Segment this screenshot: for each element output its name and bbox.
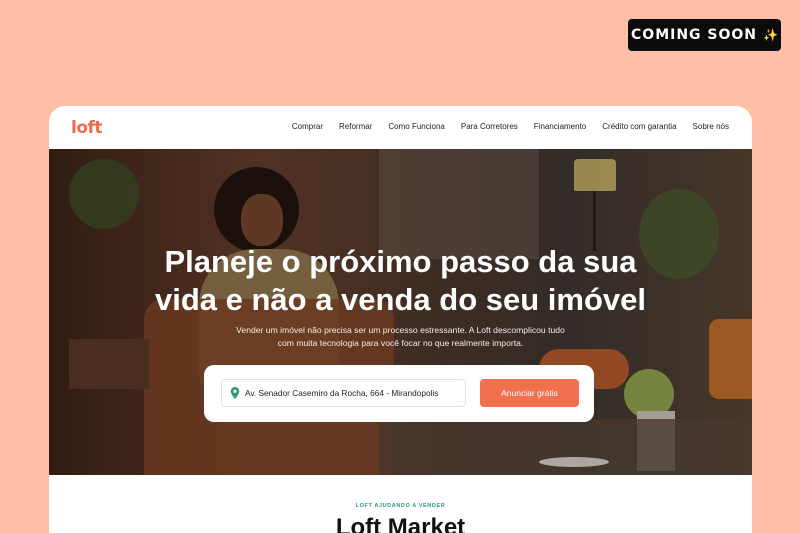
- location-pin-icon: [230, 387, 240, 399]
- sparkle-icon: ✨: [763, 28, 778, 42]
- anunciar-gratis-button[interactable]: Anunciar grátis: [480, 379, 579, 407]
- coming-soon-badge: COMING SOON ✨: [628, 19, 781, 51]
- hero-banner: Planeje o próximo passo da sua vida e nã…: [49, 149, 752, 475]
- section-title: Loft Market: [335, 514, 466, 533]
- nav-item-financiamento[interactable]: Financiamento: [534, 122, 586, 131]
- nav-item-para-corretores[interactable]: Para Corretores: [461, 122, 518, 131]
- website-preview: loft Comprar Reformar Como Funciona Para…: [49, 106, 752, 533]
- hero-headline-line-1: Planeje o próximo passo da sua: [164, 244, 637, 279]
- nav-item-reformar[interactable]: Reformar: [339, 122, 372, 131]
- nav-item-credito-com-garantia[interactable]: Crédito com garantia: [602, 122, 676, 131]
- address-value: Av. Senador Casemiro da Rocha, 664 - Mir…: [245, 388, 439, 398]
- nav-item-comprar[interactable]: Comprar: [292, 122, 323, 131]
- nav-item-como-funciona[interactable]: Como Funciona: [388, 122, 444, 131]
- address-input[interactable]: Av. Senador Casemiro da Rocha, 664 - Mir…: [221, 379, 466, 407]
- section-eyebrow: LOFT AJUDANDO A VENDER: [355, 503, 446, 509]
- hero-subtext-line-2: com muita tecnologia para você focar no …: [277, 338, 524, 348]
- nav-menu: Comprar Reformar Como Funciona Para Corr…: [292, 122, 729, 131]
- loft-logo[interactable]: loft: [71, 118, 103, 138]
- address-search-card: Av. Senador Casemiro da Rocha, 664 - Mir…: [204, 365, 594, 422]
- nav-item-sobre-nos[interactable]: Sobre nós: [693, 122, 729, 131]
- top-navigation: loft Comprar Reformar Como Funciona Para…: [49, 106, 752, 149]
- hero-headline: Planeje o próximo passo da sua vida e nã…: [49, 243, 752, 319]
- hero-subtext: Vender um imóvel não precisa ser um proc…: [49, 324, 752, 350]
- hero-subtext-line-1: Vender um imóvel não precisa ser um proc…: [236, 325, 565, 335]
- hero-headline-line-2: vida e não a venda do seu imóvel: [154, 282, 646, 317]
- coming-soon-label: COMING SOON: [631, 27, 758, 43]
